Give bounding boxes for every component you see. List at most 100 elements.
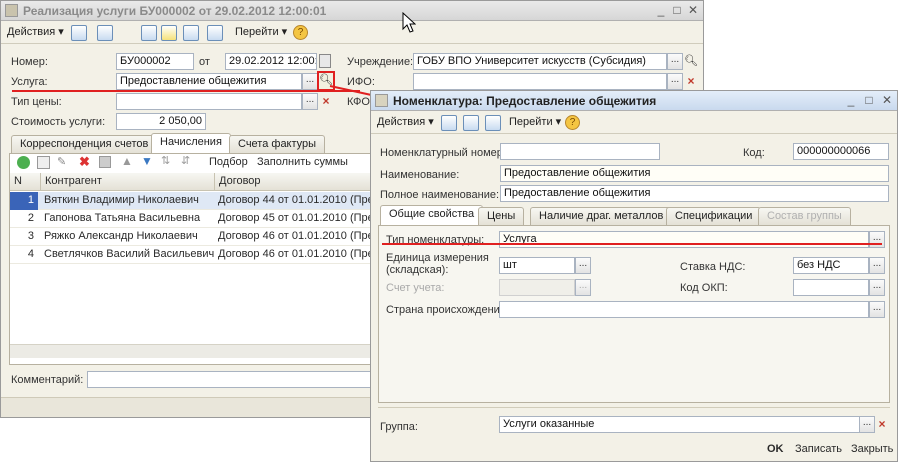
tab-accruals[interactable]: Начисления (151, 133, 231, 153)
minimize-button[interactable]: _ (653, 3, 669, 18)
table-row[interactable]: 1 Вяткин Владимир Николаевич Договор 44 … (10, 192, 372, 210)
country-select-button[interactable]: ... (869, 301, 885, 318)
country-field[interactable] (499, 301, 869, 318)
goto-menu[interactable]: Перейти ▾ (509, 115, 561, 131)
end-edit-icon[interactable] (99, 156, 111, 168)
save-icon[interactable] (71, 25, 87, 41)
cost-label: Стоимость услуги: (11, 116, 106, 128)
vat-field[interactable]: без НДС (793, 257, 869, 274)
row-counterparty: Светлячков Василий Васильевич (44, 248, 214, 260)
edit-row-icon[interactable]: ✎ (57, 155, 66, 168)
institution-open-icon[interactable]: 🔍︎ (684, 54, 698, 67)
goto-menu[interactable]: Перейти ▾ (235, 25, 287, 41)
nom-type-select-button[interactable]: ... (869, 231, 885, 248)
nom-type-underline (382, 243, 882, 245)
table-row[interactable]: 4 Светлячков Василий Васильевич Договор … (10, 246, 372, 264)
full-name-field[interactable]: Предоставление общежития (500, 185, 889, 202)
group-select-button[interactable]: ... (859, 416, 875, 433)
code-field[interactable]: 000000000066 (793, 143, 889, 160)
institution-field[interactable]: ГОБУ ВПО Университет искусств (Субсидия) (413, 53, 667, 70)
name-field[interactable]: Предоставление общежития (500, 165, 889, 182)
close-window-button[interactable]: Закрыть (851, 443, 893, 455)
help-icon[interactable]: ? (565, 115, 580, 130)
list-icon[interactable] (485, 115, 501, 131)
grid-header-counterparty[interactable]: Контрагент (40, 173, 214, 191)
tab-invoices[interactable]: Счета фактуры (229, 135, 326, 153)
date-field[interactable]: 29.02.2012 12:00:01 (225, 53, 317, 70)
ifo-select-button[interactable]: ... (667, 73, 683, 90)
actions-menu[interactable]: Действия ▾ (377, 115, 434, 131)
sort-desc-icon[interactable]: ⇵ (181, 154, 190, 167)
account-select-button: ... (575, 279, 591, 296)
row-n: 3 (27, 230, 34, 242)
unit-field[interactable]: шт (499, 257, 575, 274)
tree-icon[interactable] (207, 25, 223, 41)
cost-field[interactable]: 2 050,00 (116, 113, 206, 130)
nom-type-field[interactable]: Услуга (499, 231, 869, 248)
fill-sums-button[interactable]: Заполнить суммы (257, 156, 348, 168)
tab-general[interactable]: Общие свойства (380, 205, 484, 225)
grid-toolbar: ✎ ✖ ▲ ▼ ⇅ ⇵ Подбор Заполнить суммы (13, 154, 373, 172)
grid-scrollbar[interactable] (10, 344, 372, 358)
row-contract: Договор 46 от 01.01.2010 (Предо (218, 230, 372, 242)
group-field[interactable]: Услуги оказанные (499, 416, 875, 433)
front-toolbar: Действия ▾ Перейти ▾ ? (371, 112, 897, 134)
grid-header-contract[interactable]: Договор (214, 173, 372, 191)
calendar-icon[interactable] (319, 54, 331, 68)
okp-field[interactable] (793, 279, 869, 296)
copy-icon[interactable] (141, 25, 157, 41)
row-n: 1 (10, 192, 38, 210)
delete-row-icon[interactable]: ✖ (79, 154, 90, 170)
back-window-titlebar: Реализация услуги БУ000002 от 29.02.2012… (1, 1, 703, 21)
from-label: от (199, 56, 210, 68)
vat-select-button[interactable]: ... (869, 257, 885, 274)
sort-asc-icon[interactable]: ⇅ (161, 154, 170, 167)
tab-group-content[interactable]: Состав группы (758, 207, 851, 225)
tab-prices[interactable]: Цены (478, 207, 525, 225)
print-icon[interactable] (183, 25, 199, 41)
service-field[interactable]: Предоставление общежития (116, 73, 302, 90)
nom-number-field[interactable] (500, 143, 660, 160)
maximize-button[interactable]: □ (861, 93, 877, 108)
grid-header-n[interactable]: N (10, 173, 38, 191)
actions-menu[interactable]: Действия ▾ (7, 25, 64, 41)
add-icon[interactable] (161, 25, 177, 41)
service-select-button[interactable]: ... (302, 73, 318, 90)
refresh-icon[interactable] (463, 115, 479, 131)
back-toolbar: Действия ▾ Перейти ▾ ? (1, 22, 703, 44)
number-field[interactable]: БУ000002 (116, 53, 194, 70)
price-type-select-button[interactable]: ... (302, 93, 318, 110)
post-icon[interactable] (97, 25, 113, 41)
close-button[interactable]: ✕ (879, 93, 895, 108)
annotation-line (12, 90, 360, 92)
maximize-button[interactable]: □ (669, 3, 685, 18)
price-type-field[interactable] (116, 93, 302, 110)
ifo-field[interactable] (413, 73, 667, 90)
tab-specifications[interactable]: Спецификации (666, 207, 762, 225)
copy-row-icon[interactable] (37, 156, 50, 169)
minimize-button[interactable]: _ (843, 93, 859, 108)
front-footer: OK Записать Закрыть (371, 439, 897, 461)
save-button[interactable]: Записать (795, 443, 842, 455)
ok-button[interactable]: OK (767, 443, 784, 455)
tab-correspondence[interactable]: Корреспонденция счетов (11, 135, 158, 153)
okp-select-button[interactable]: ... (869, 279, 885, 296)
move-up-icon[interactable]: ▲ (121, 154, 133, 168)
front-window-titlebar: Номенклатура: Предоставление общежития (371, 91, 897, 111)
group-clear-icon[interactable]: × (875, 416, 889, 433)
unit-select-button[interactable]: ... (575, 257, 591, 274)
nom-number-label: Номенклатурный номер: (380, 147, 506, 159)
save-icon[interactable] (441, 115, 457, 131)
ifo-clear-icon[interactable]: × (684, 73, 698, 90)
close-button[interactable]: ✕ (685, 3, 701, 18)
comment-field[interactable] (87, 371, 377, 388)
move-down-icon[interactable]: ▼ (141, 154, 153, 168)
selection-button[interactable]: Подбор (209, 156, 248, 168)
table-row[interactable]: 2 Гапонова Татьяна Васильевна Договор 45… (10, 210, 372, 228)
okp-label: Код ОКП: (680, 282, 728, 294)
help-icon[interactable]: ? (293, 25, 308, 40)
add-row-icon[interactable] (17, 156, 30, 169)
table-row[interactable]: 3 Ряжко Александр Николаевич Договор 46 … (10, 228, 372, 246)
institution-select-button[interactable]: ... (667, 53, 683, 70)
tab-precious-metals[interactable]: Наличие драг. металлов (530, 207, 673, 225)
